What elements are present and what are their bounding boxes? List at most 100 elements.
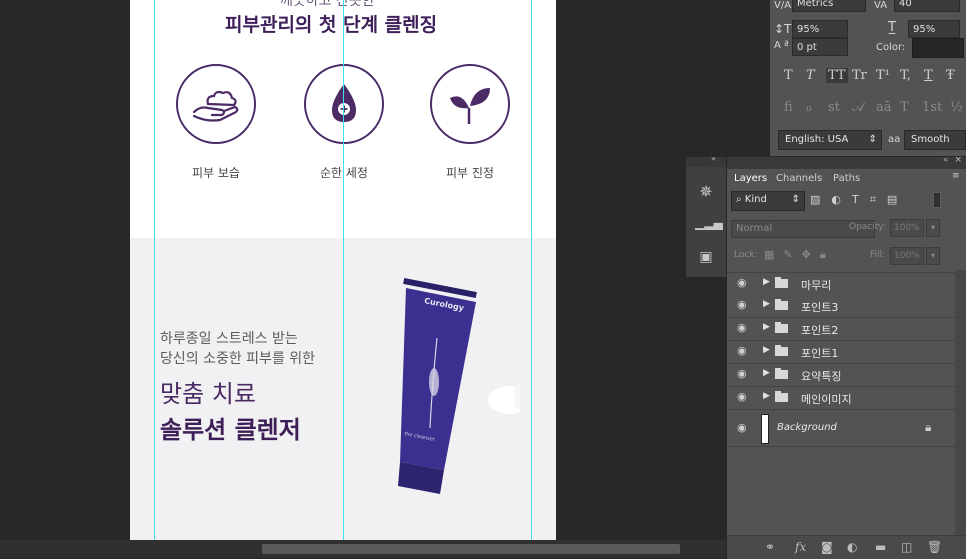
- fill-dropdown-arrow[interactable]: ▾: [926, 247, 940, 265]
- expand-arrow-icon[interactable]: ▶: [763, 391, 770, 401]
- baseline-shift-input[interactable]: 0 pt: [792, 38, 848, 56]
- strikethrough-button[interactable]: Ŧ: [946, 68, 955, 83]
- layer-row[interactable]: ◉ ▶ 포인트3: [727, 295, 955, 318]
- expand-arrow-icon[interactable]: ▶: [763, 368, 770, 378]
- tracking-select[interactable]: 40: [894, 0, 960, 12]
- filter-kind-value: Kind: [744, 194, 767, 205]
- layers-panel-header[interactable]: « ×: [727, 155, 966, 169]
- visibility-eye-icon[interactable]: ◉: [737, 390, 747, 403]
- histogram-icon[interactable]: ▁▂▄: [695, 212, 723, 234]
- tab-layers[interactable]: Layers: [730, 171, 772, 187]
- layer-name: 포인트2: [801, 324, 839, 337]
- faux-italic-button[interactable]: T: [806, 68, 815, 83]
- fill-label: Fill:: [870, 250, 886, 260]
- ligatures-button[interactable]: fi: [784, 100, 793, 115]
- underline-button[interactable]: T: [924, 68, 933, 83]
- icon-label-1: 피부 보습: [192, 166, 240, 180]
- visibility-eye-icon[interactable]: ◉: [737, 344, 747, 357]
- document-canvas[interactable]: 깨끗하고 산뜻한 피부관리의 첫 단계 클렌징 피부 보습 순한 세정 피부 진…: [130, 0, 556, 540]
- layer-row[interactable]: ◉ ▶ 마무리: [727, 272, 955, 296]
- navigator-compass-icon[interactable]: ✵: [695, 181, 717, 203]
- layer-row-background[interactable]: ◉ Background 🔒︎: [727, 410, 955, 447]
- product-image: Curology the cleanser: [370, 277, 532, 518]
- guide-line-left[interactable]: [154, 0, 155, 540]
- tab-channels[interactable]: Channels: [776, 171, 822, 187]
- subscript-button[interactable]: T,: [900, 68, 911, 83]
- new-layer-icon[interactable]: ◫: [901, 540, 912, 554]
- layers-scrollbar[interactable]: [955, 270, 966, 540]
- color-label: Color:: [876, 42, 906, 53]
- expand-arrow-icon[interactable]: ▶: [763, 299, 770, 309]
- layer-row[interactable]: ◉ ▶ 포인트1: [727, 341, 955, 364]
- drop-plus-icon: [304, 64, 384, 144]
- discretionary-ligatures-button[interactable]: st: [828, 100, 840, 115]
- vertical-scale-input[interactable]: 95%: [792, 20, 848, 38]
- opacity-input[interactable]: 100%: [890, 219, 924, 237]
- visibility-eye-icon[interactable]: ◉: [737, 421, 747, 434]
- guide-line-right[interactable]: [531, 0, 532, 540]
- select-arrows-icon: ⇕: [791, 194, 800, 205]
- ordinals-button[interactable]: 1st: [922, 100, 942, 115]
- tab-paths[interactable]: Paths: [833, 171, 860, 187]
- promo-title-2: 솔루션 클렌저: [160, 416, 301, 444]
- stylistic-alternates-button[interactable]: aā: [876, 100, 892, 115]
- info-icon[interactable]: ▣: [695, 246, 717, 268]
- antialias-select[interactable]: Smooth: [904, 130, 966, 150]
- folder-icon: [775, 345, 788, 356]
- visibility-eye-icon[interactable]: ◉: [737, 321, 747, 334]
- kerning-select[interactable]: Metrics: [792, 0, 866, 12]
- layer-row[interactable]: ◉ ▶ 포인트2: [727, 318, 955, 341]
- character-panel: V/A Metrics VA 40 ↕T 95% T̲ 95% A ª 0 pt…: [770, 0, 966, 156]
- all-caps-button[interactable]: TT: [826, 68, 848, 83]
- expand-arrow-icon[interactable]: ▶: [763, 277, 770, 287]
- horizontal-scroll-thumb[interactable]: [262, 544, 680, 554]
- layer-row[interactable]: ◉ ▶ 메인이미지: [727, 387, 955, 410]
- faux-bold-button[interactable]: T: [784, 68, 793, 83]
- delete-layer-icon[interactable]: 🗑︎: [927, 540, 942, 554]
- heading-main: 피부관리의 첫 단계 클렌징: [225, 14, 438, 36]
- titling-alternates-button[interactable]: T: [900, 100, 909, 115]
- fractions-button[interactable]: ½: [950, 100, 963, 115]
- folder-icon: [775, 322, 788, 333]
- expand-arrow-icon[interactable]: ▶: [763, 322, 770, 332]
- layer-row[interactable]: ◉ ▶ 요약특징: [727, 364, 955, 387]
- new-group-icon[interactable]: ▬: [875, 540, 886, 554]
- lock-icons[interactable]: ▦✎✥🔒︎: [764, 248, 835, 262]
- panel-menu-icon[interactable]: ≡: [952, 171, 960, 181]
- horizontal-scale-input[interactable]: 95%: [908, 20, 960, 38]
- filter-type-icons[interactable]: ▨◐T⌗▤: [810, 193, 908, 207]
- collapse-arrows-icon: »: [711, 154, 716, 163]
- dock-collapse-bar[interactable]: »: [686, 154, 726, 167]
- lock-icon: 🔒︎: [925, 420, 932, 434]
- kerning-icon: V/A: [774, 0, 792, 11]
- panel-collapse-icon[interactable]: «: [943, 155, 948, 164]
- swash-button[interactable]: 𝒜: [852, 100, 864, 115]
- filter-toggle-switch[interactable]: [933, 192, 941, 208]
- layer-name: 요약특징: [801, 370, 842, 383]
- adjustment-layer-icon[interactable]: ◐: [847, 540, 857, 554]
- layer-style-icon[interactable]: fx: [795, 540, 806, 554]
- expand-arrow-icon[interactable]: ▶: [763, 345, 770, 355]
- visibility-eye-icon[interactable]: ◉: [737, 276, 747, 289]
- old-style-button[interactable]: ℴ: [806, 100, 812, 115]
- panel-close-icon[interactable]: ×: [954, 155, 962, 165]
- visibility-eye-icon[interactable]: ◉: [737, 367, 747, 380]
- leaf-sprout-icon: [430, 64, 510, 144]
- layer-name: 포인트3: [801, 301, 839, 314]
- add-mask-icon[interactable]: ◙: [821, 540, 833, 554]
- superscript-button[interactable]: T¹: [876, 68, 890, 83]
- icon-label-3: 피부 진정: [446, 166, 494, 180]
- tracking-icon: VA: [874, 0, 888, 11]
- horizontal-scale-icon: T̲: [888, 20, 896, 35]
- color-swatch[interactable]: [912, 38, 964, 58]
- layer-filter-select[interactable]: ⌕ Kind ⇕: [731, 191, 805, 211]
- visibility-eye-icon[interactable]: ◉: [737, 298, 747, 311]
- link-layers-icon[interactable]: ⚭: [765, 540, 775, 554]
- language-select[interactable]: English: USA ⇕: [778, 130, 882, 150]
- guide-line-center[interactable]: [343, 0, 344, 540]
- layer-name: 마무리: [801, 279, 832, 292]
- opacity-dropdown-arrow[interactable]: ▾: [926, 219, 940, 237]
- small-caps-button[interactable]: Tr: [852, 68, 867, 83]
- fill-input[interactable]: 100%: [890, 247, 924, 265]
- opacity-label: Opacity:: [849, 222, 886, 232]
